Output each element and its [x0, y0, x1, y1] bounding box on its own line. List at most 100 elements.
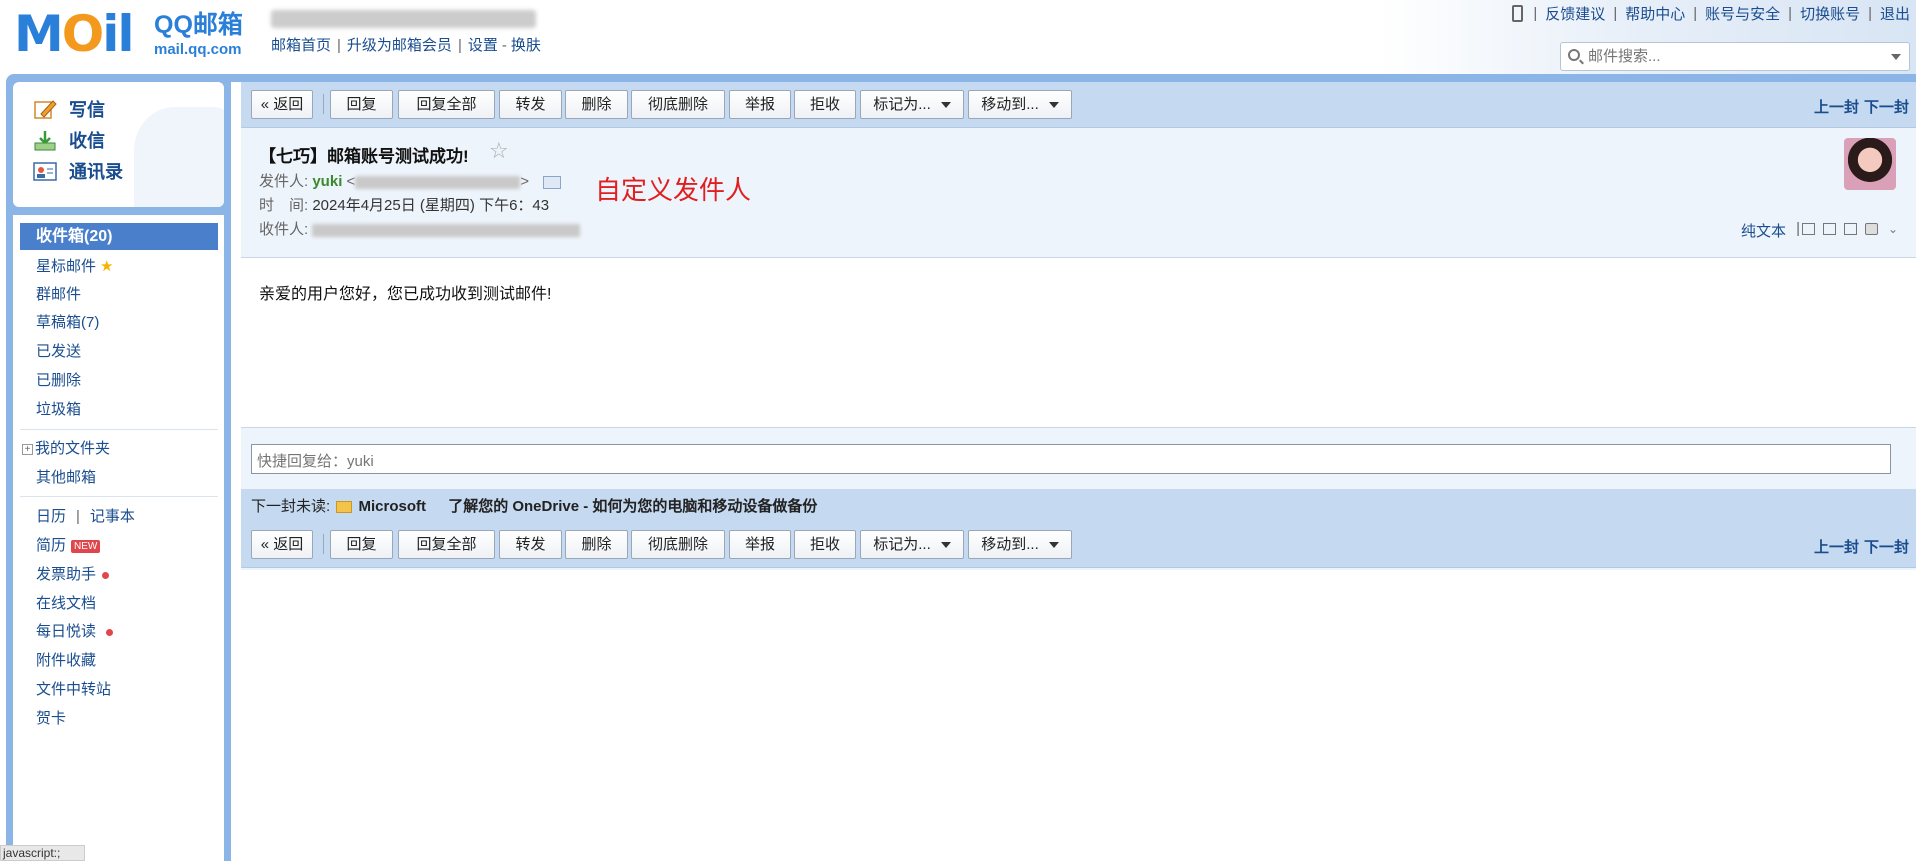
next-unread-subject[interactable]: 了解您的 OneDrive - 如何为您的电脑和移动设备做备份	[448, 498, 817, 515]
window-icon[interactable]	[1822, 223, 1836, 235]
move-to-dropdown[interactable]: 移动到...	[968, 90, 1072, 119]
sidebar-item-inbox[interactable]: 收件箱(20)	[20, 223, 218, 250]
account-name-blurred	[271, 10, 536, 28]
mark-as-dropdown[interactable]: 标记为...	[860, 90, 964, 119]
forward-button[interactable]: 转发	[499, 530, 562, 559]
logo-mark: MOil	[14, 5, 135, 63]
sidebar-item-group-mail[interactable]: 群邮件	[36, 283, 81, 304]
separator: |	[1533, 5, 1538, 22]
link-account-security[interactable]: 账号与安全	[1705, 3, 1780, 24]
print-icon[interactable]	[1864, 223, 1878, 235]
compose-button[interactable]: 写信	[33, 96, 105, 122]
sidebar-item-spam[interactable]: 垃圾箱	[36, 398, 81, 419]
logo-brand: QQ邮箱	[154, 11, 243, 39]
link-change-skin[interactable]: 换肤	[511, 37, 541, 54]
star-outline-icon[interactable]: ☆	[489, 138, 509, 164]
caret-down-icon	[1048, 542, 1059, 549]
link-switch-account[interactable]: 切换账号	[1800, 3, 1860, 24]
divider	[20, 496, 218, 497]
receive-button[interactable]: 收信	[33, 127, 105, 153]
sidebar-item-other-mailbox[interactable]: 其他邮箱	[36, 466, 96, 487]
new-badge: NEW	[71, 539, 101, 553]
reply-button[interactable]: 回复	[330, 530, 393, 559]
sidebar-item-notes[interactable]: 记事本	[90, 508, 135, 525]
delete-button[interactable]: 删除	[565, 90, 628, 119]
back-button[interactable]: « 返回	[251, 530, 313, 559]
sidebar-item-daily-reading[interactable]: 每日悦读	[36, 620, 114, 641]
sender-name[interactable]: yuki	[312, 173, 342, 190]
reject-button[interactable]: 拒收	[794, 530, 856, 559]
account-links: | 反馈建议 | 帮助中心 | 账号与安全 | 切换账号 | 退出	[1512, 3, 1910, 24]
move-to-label: 移动到...	[981, 96, 1039, 113]
from-label: 发件人:	[259, 173, 309, 190]
to-label: 收件人:	[259, 221, 309, 238]
reject-button[interactable]: 拒收	[794, 90, 856, 119]
qq-mail-logo[interactable]: MOil QQ邮箱 mail.qq.com	[14, 8, 244, 60]
quick-reply-input[interactable]	[251, 444, 1891, 474]
expand-plus-icon[interactable]: +	[22, 443, 33, 455]
link-help-center[interactable]: 帮助中心	[1625, 3, 1685, 24]
search-icon	[1568, 49, 1580, 61]
compose-label: 写信	[69, 100, 105, 120]
search-input[interactable]	[1588, 46, 1878, 67]
forward-button[interactable]: 转发	[499, 90, 562, 119]
new-window-icon[interactable]	[1801, 223, 1815, 235]
sidebar-item-online-docs[interactable]: 在线文档	[36, 592, 96, 613]
sender-avatar[interactable]	[1844, 138, 1896, 190]
link-logout[interactable]: 退出	[1880, 3, 1910, 24]
sidebar-item-resume[interactable]: 简历 NEW	[36, 534, 101, 555]
report-button[interactable]: 举报	[729, 90, 791, 119]
link-settings[interactable]: 设置	[468, 37, 498, 54]
sidebar-item-sent[interactable]: 已发送	[36, 340, 81, 361]
mark-as-dropdown[interactable]: 标记为...	[860, 530, 964, 559]
sidebar-item-my-folders[interactable]: + 我的文件夹	[22, 437, 110, 458]
next-mail-link[interactable]: 下一封	[1864, 536, 1909, 557]
sidebar-item-drafts[interactable]: 草稿箱(7)	[36, 311, 99, 332]
recipient-line: 收件人:	[259, 218, 581, 239]
star-icon: ★	[100, 258, 114, 275]
reply-all-button[interactable]: 回复全部	[398, 530, 495, 559]
caret-down-icon	[940, 542, 951, 549]
angle-open: <	[346, 173, 356, 190]
link-mail-home[interactable]: 邮箱首页	[271, 37, 331, 54]
sidebar-item-invoice-helper[interactable]: 发票助手	[36, 563, 110, 584]
permanent-delete-button[interactable]: 彻底删除	[631, 90, 725, 119]
contacts-label: 通讯录	[69, 162, 123, 182]
move-to-dropdown[interactable]: 移动到...	[968, 530, 1072, 559]
angle-close: >	[520, 173, 530, 190]
prev-mail-link[interactable]: 上一封	[1814, 96, 1859, 117]
separator: |	[337, 37, 341, 54]
reply-all-button[interactable]: 回复全部	[398, 90, 495, 119]
back-button[interactable]: « 返回	[251, 90, 313, 119]
delete-button[interactable]: 删除	[565, 530, 628, 559]
contacts-button[interactable]: 通讯录	[33, 158, 123, 184]
mobile-icon[interactable]	[1512, 5, 1524, 22]
link-upgrade-vip[interactable]: 升级为邮箱会员	[347, 37, 452, 54]
next-mail-link[interactable]: 下一封	[1864, 96, 1909, 117]
report-button[interactable]: 举报	[729, 530, 791, 559]
sidebar-item-deleted[interactable]: 已删除	[36, 369, 81, 390]
permanent-delete-button[interactable]: 彻底删除	[631, 530, 725, 559]
top-header: MOil QQ邮箱 mail.qq.com 邮箱首页 | 升级为邮箱会员 | 设置 - 换肤…	[0, 0, 1916, 78]
download-icon[interactable]	[1843, 223, 1857, 235]
unread-dot	[106, 628, 114, 636]
sidebar-item-greeting-cards[interactable]: 贺卡	[36, 707, 66, 728]
sidebar-item-starred[interactable]: 星标邮件 ★	[36, 255, 113, 276]
sidebar-item-file-transfer[interactable]: 文件中转站	[36, 678, 111, 699]
sidebar-item-calendar[interactable]: 日历	[36, 508, 66, 525]
plain-text-link[interactable]: 纯文本	[1741, 220, 1786, 241]
inbox-download-icon	[33, 129, 57, 151]
sidebar-item-attachments[interactable]: 附件收藏	[36, 649, 96, 670]
chevron-down-icon[interactable]: ⌄	[1888, 222, 1898, 236]
mark-as-label: 标记为...	[873, 96, 931, 113]
mail-search-box[interactable]	[1560, 42, 1910, 71]
prev-mail-link[interactable]: 上一封	[1814, 536, 1859, 557]
contact-card-icon[interactable]	[543, 175, 562, 189]
chevron-down-icon[interactable]	[1891, 54, 1901, 60]
custom-sender-annotation: 自定义发件人	[595, 175, 752, 205]
move-to-label: 移动到...	[981, 536, 1039, 553]
link-feedback[interactable]: 反馈建议	[1545, 3, 1605, 24]
invoice-helper-label: 发票助手	[36, 566, 97, 583]
sent-time: 2024年4月25日 (星期四) 下午6：43	[312, 197, 550, 214]
reply-button[interactable]: 回复	[330, 90, 393, 119]
